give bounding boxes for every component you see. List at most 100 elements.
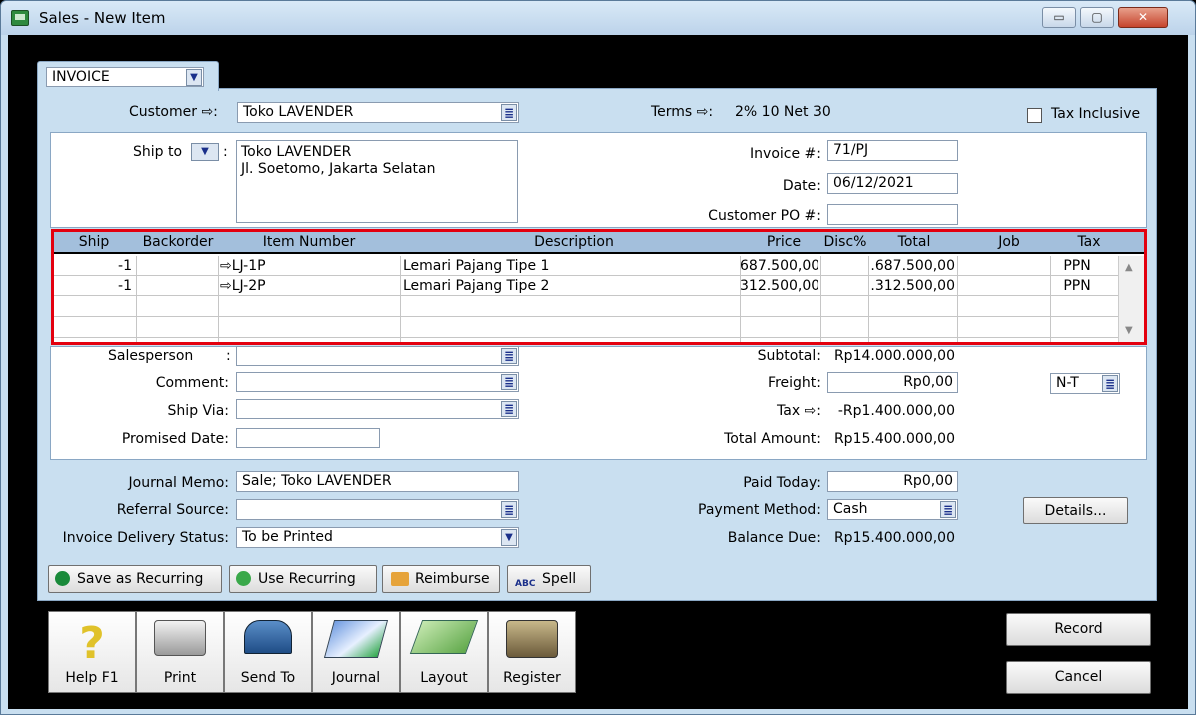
scroll-down-icon[interactable]: ▼ <box>1125 325 1133 336</box>
salesperson-colon: : <box>226 348 231 364</box>
maximize-button[interactable]: ▢ <box>1080 7 1114 28</box>
col-disc: Disc% <box>823 234 867 250</box>
send-to-button[interactable]: Send To <box>224 611 312 693</box>
register-icon <box>506 620 558 658</box>
journal-button[interactable]: Journal <box>312 611 400 693</box>
title-bar: Sales - New Item ▭ ▢ ✕ <box>1 1 1195 35</box>
table-row[interactable]: -1 ⇨LJ-1P Lemari Pajang Tipe 1 687.500,0… <box>54 257 1118 275</box>
journal-icon <box>323 620 389 658</box>
layout-icon <box>409 620 479 654</box>
list-icon[interactable]: ≣ <box>501 374 517 390</box>
promised-date-field[interactable] <box>236 428 380 448</box>
chevron-down-icon[interactable]: ▼ <box>501 529 517 546</box>
spell-check-icon: ABC <box>515 579 536 589</box>
journal-memo-label: Journal Memo: <box>128 475 229 491</box>
spell-label: Spell <box>542 571 577 587</box>
date-field[interactable]: 06/12/2021 <box>827 173 958 194</box>
terms-value: 2% 10 Net 30 <box>735 104 831 120</box>
help-button[interactable]: ? Help F1 <box>48 611 136 693</box>
freight-tax-value: N-T <box>1056 375 1079 391</box>
record-button[interactable]: Record <box>1006 613 1151 646</box>
referral-source-field[interactable]: ≣ <box>236 499 519 520</box>
customer-po-field[interactable] <box>827 204 958 225</box>
col-price: Price <box>766 234 802 250</box>
spell-button[interactable]: ABC Spell <box>507 565 591 593</box>
terms-label: Terms ⇨: <box>651 104 714 120</box>
row-description[interactable]: Lemari Pajang Tipe 2 <box>403 277 738 295</box>
help-label: Help F1 <box>65 670 119 686</box>
freight-tax-code[interactable]: N-T ≣ <box>1050 373 1120 394</box>
cancel-button[interactable]: Cancel <box>1006 661 1151 694</box>
register-label: Register <box>503 670 561 686</box>
details-button[interactable]: Details... <box>1023 497 1128 524</box>
printer-icon <box>154 620 206 656</box>
close-button[interactable]: ✕ <box>1118 7 1168 28</box>
row-tax[interactable]: PPN <box>1052 257 1102 275</box>
comment-field[interactable]: ≣ <box>236 372 519 392</box>
balance-due-value: Rp15.400.000,00 <box>833 530 955 546</box>
chevron-down-icon[interactable]: ▼ <box>186 69 202 86</box>
customer-field[interactable]: Toko LAVENDER ≣ <box>237 102 519 123</box>
list-icon[interactable]: ≣ <box>501 348 517 364</box>
use-recurring-button[interactable]: Use Recurring <box>229 565 377 593</box>
layout-label: Layout <box>420 670 468 686</box>
recurring-icon <box>55 571 70 586</box>
ship-via-field[interactable]: ≣ <box>236 399 519 419</box>
subtotal-value: Rp14.000.000,00 <box>833 348 955 364</box>
subtotal-label: Subtotal: <box>757 348 821 364</box>
list-icon[interactable]: ≣ <box>940 501 956 518</box>
row-ship[interactable]: -1 <box>54 257 132 275</box>
row-total[interactable]: .312.500,00 <box>869 277 955 295</box>
salesperson-field[interactable]: ≣ <box>236 346 519 366</box>
salesperson-label: Salesperson <box>108 348 194 364</box>
freight-field[interactable]: Rp0,00 <box>827 372 958 393</box>
ship-to-dropdown[interactable]: ▼ <box>191 143 219 161</box>
print-button[interactable]: Print <box>136 611 224 693</box>
address-line-2: Jl. Soetomo, Jakarta Selatan <box>241 161 436 177</box>
invoice-number-field[interactable]: 71/PJ <box>827 140 958 161</box>
layout-dropdown-value: INVOICE <box>52 69 110 85</box>
col-total: Total <box>897 234 931 250</box>
customer-value: Toko LAVENDER <box>243 104 354 120</box>
reimburse-button[interactable]: Reimburse <box>382 565 500 593</box>
row-price[interactable]: 687.500,00 <box>740 257 818 275</box>
list-icon[interactable]: ≣ <box>1102 375 1118 392</box>
invoice-number-label: Invoice #: <box>750 146 821 162</box>
row-ship[interactable]: -1 <box>54 277 132 295</box>
grid-scrollbar[interactable]: ▲ ▼ <box>1118 256 1144 342</box>
register-button[interactable]: Register <box>488 611 576 693</box>
ship-to-address[interactable]: Toko LAVENDER Jl. Soetomo, Jakarta Selat… <box>236 140 518 223</box>
list-icon[interactable]: ≣ <box>501 401 517 417</box>
layout-dropdown[interactable]: INVOICE ▼ <box>46 67 204 87</box>
app-icon <box>11 10 29 26</box>
recurring-icon <box>236 571 251 586</box>
delivery-status-label: Invoice Delivery Status: <box>62 530 229 546</box>
ship-to-colon: : <box>223 144 228 160</box>
row-price[interactable]: 312.500,00 <box>740 277 818 295</box>
row-description[interactable]: Lemari Pajang Tipe 1 <box>403 257 738 275</box>
paid-today-field[interactable]: Rp0,00 <box>827 471 958 492</box>
row-total[interactable]: .687.500,00 <box>869 257 955 275</box>
row-item-number[interactable]: ⇨LJ-2P <box>220 277 398 295</box>
save-as-recurring-button[interactable]: Save as Recurring <box>48 565 222 593</box>
list-icon[interactable]: ≣ <box>501 104 517 121</box>
row-tax[interactable]: PPN <box>1052 277 1102 295</box>
table-row[interactable]: -1 ⇨LJ-2P Lemari Pajang Tipe 2 312.500,0… <box>54 277 1118 295</box>
sales-window: Sales - New Item ▭ ▢ ✕ INVOICE ▼ Custome… <box>0 0 1196 715</box>
delivery-status-dropdown[interactable]: To be Printed ▼ <box>236 527 519 548</box>
row-item-number[interactable]: ⇨LJ-1P <box>220 257 398 275</box>
layout-button[interactable]: Layout <box>400 611 488 693</box>
payment-method-dropdown[interactable]: Cash ≣ <box>827 499 958 520</box>
tax-inclusive-checkbox[interactable] <box>1027 108 1042 123</box>
print-label: Print <box>163 670 197 686</box>
minimize-button[interactable]: ▭ <box>1042 7 1076 28</box>
customer-label: Customer ⇨: <box>129 104 218 120</box>
col-description: Description <box>534 234 614 250</box>
scroll-up-icon[interactable]: ▲ <box>1125 262 1133 273</box>
total-amount-label: Total Amount: <box>724 431 821 447</box>
list-icon[interactable]: ≣ <box>501 501 517 518</box>
col-item-number: Item Number <box>262 234 356 250</box>
journal-memo-field[interactable]: Sale; Toko LAVENDER <box>236 471 519 492</box>
send-to-label: Send To <box>240 670 296 686</box>
journal-label: Journal <box>331 670 381 686</box>
